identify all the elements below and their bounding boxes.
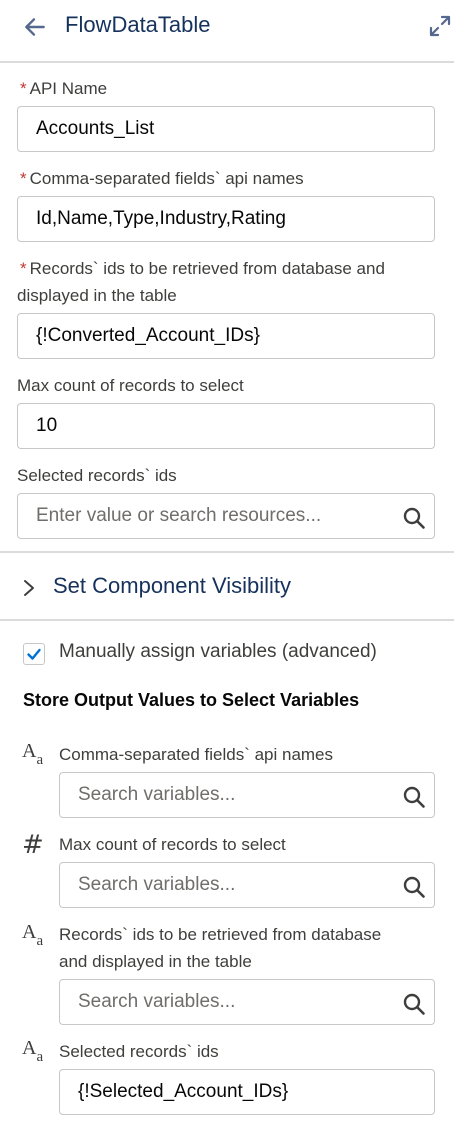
record-ids-label-line2: displayed in the table	[17, 286, 177, 305]
checkmark-icon	[27, 648, 41, 660]
selected-ids-input[interactable]: Enter value or search resources...	[17, 493, 435, 539]
text-type-icon: Aa	[22, 921, 44, 949]
manual-assign-checkbox[interactable]	[23, 643, 45, 665]
output-record-ids-label: Records` ids to be retrieved from databa…	[59, 925, 382, 944]
text-type-icon: Aa	[22, 1037, 44, 1065]
output-max-count-label: Max count of records to select	[59, 835, 286, 854]
fields-api-names-input[interactable]: Id,Name,Type,Industry,Rating	[17, 196, 435, 242]
search-icon[interactable]	[402, 992, 426, 1016]
output-max-count-input[interactable]: Search variables...	[59, 862, 435, 908]
number-type-icon: #	[22, 830, 44, 860]
search-icon[interactable]	[402, 506, 426, 530]
required-marker: *	[20, 259, 27, 278]
chevron-right-icon[interactable]	[20, 578, 38, 598]
set-component-visibility-toggle[interactable]: Set Component Visibility	[53, 573, 291, 599]
record-ids-input[interactable]: {!Converted_Account_IDs}	[17, 313, 435, 359]
api-name-label: * API Name	[20, 79, 108, 98]
section-divider	[0, 619, 454, 621]
panel-title: FlowDataTable	[65, 12, 211, 37]
api-name-input[interactable]: Accounts_List	[17, 106, 435, 152]
output-section-heading: Store Output Values to Select Variables	[23, 690, 360, 710]
expand-icon[interactable]	[428, 14, 452, 38]
selected-ids-label: Selected records` ids	[17, 466, 177, 485]
output-record-ids-input[interactable]: Search variables...	[59, 979, 435, 1025]
required-marker: *	[20, 169, 27, 188]
output-fields-api-names-label: Comma-separated fields` api names	[59, 745, 334, 764]
header-divider	[0, 61, 454, 63]
record-ids-label: * Records` ids to be retrieved from datab…	[20, 259, 385, 278]
max-count-label: Max count of records to select	[17, 376, 244, 395]
output-record-ids-label-line2: and displayed in the table	[59, 952, 252, 971]
output-selected-ids-label: Selected records` ids	[59, 1042, 219, 1061]
search-icon[interactable]	[402, 875, 426, 899]
output-fields-api-names-input[interactable]: Search variables...	[59, 772, 435, 818]
output-selected-ids-input[interactable]: {!Selected_Account_IDs}	[59, 1069, 435, 1115]
text-type-icon: Aa	[22, 740, 44, 768]
max-count-input[interactable]: 10	[17, 403, 435, 449]
fields-api-names-label: * Comma-separated fields` api names	[20, 169, 304, 188]
manual-assign-label: Manually assign variables (advanced)	[59, 641, 377, 662]
search-icon[interactable]	[402, 785, 426, 809]
back-arrow-icon[interactable]	[22, 14, 48, 40]
section-divider	[0, 551, 454, 553]
required-marker: *	[20, 79, 27, 98]
